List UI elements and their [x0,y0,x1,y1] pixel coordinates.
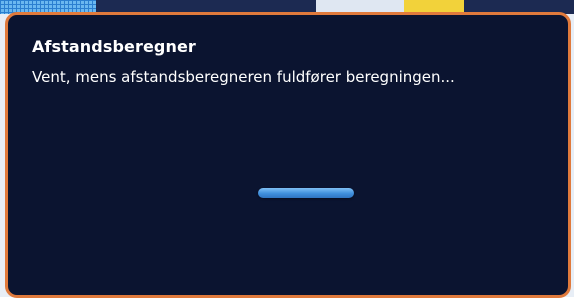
progress-dialog: Afstandsberegner Vent, mens afstandsbere… [5,12,571,298]
progress-bar [258,188,354,198]
dialog-message: Vent, mens afstandsberegneren fuldfører … [32,68,455,86]
dialog-title: Afstandsberegner [32,37,196,56]
